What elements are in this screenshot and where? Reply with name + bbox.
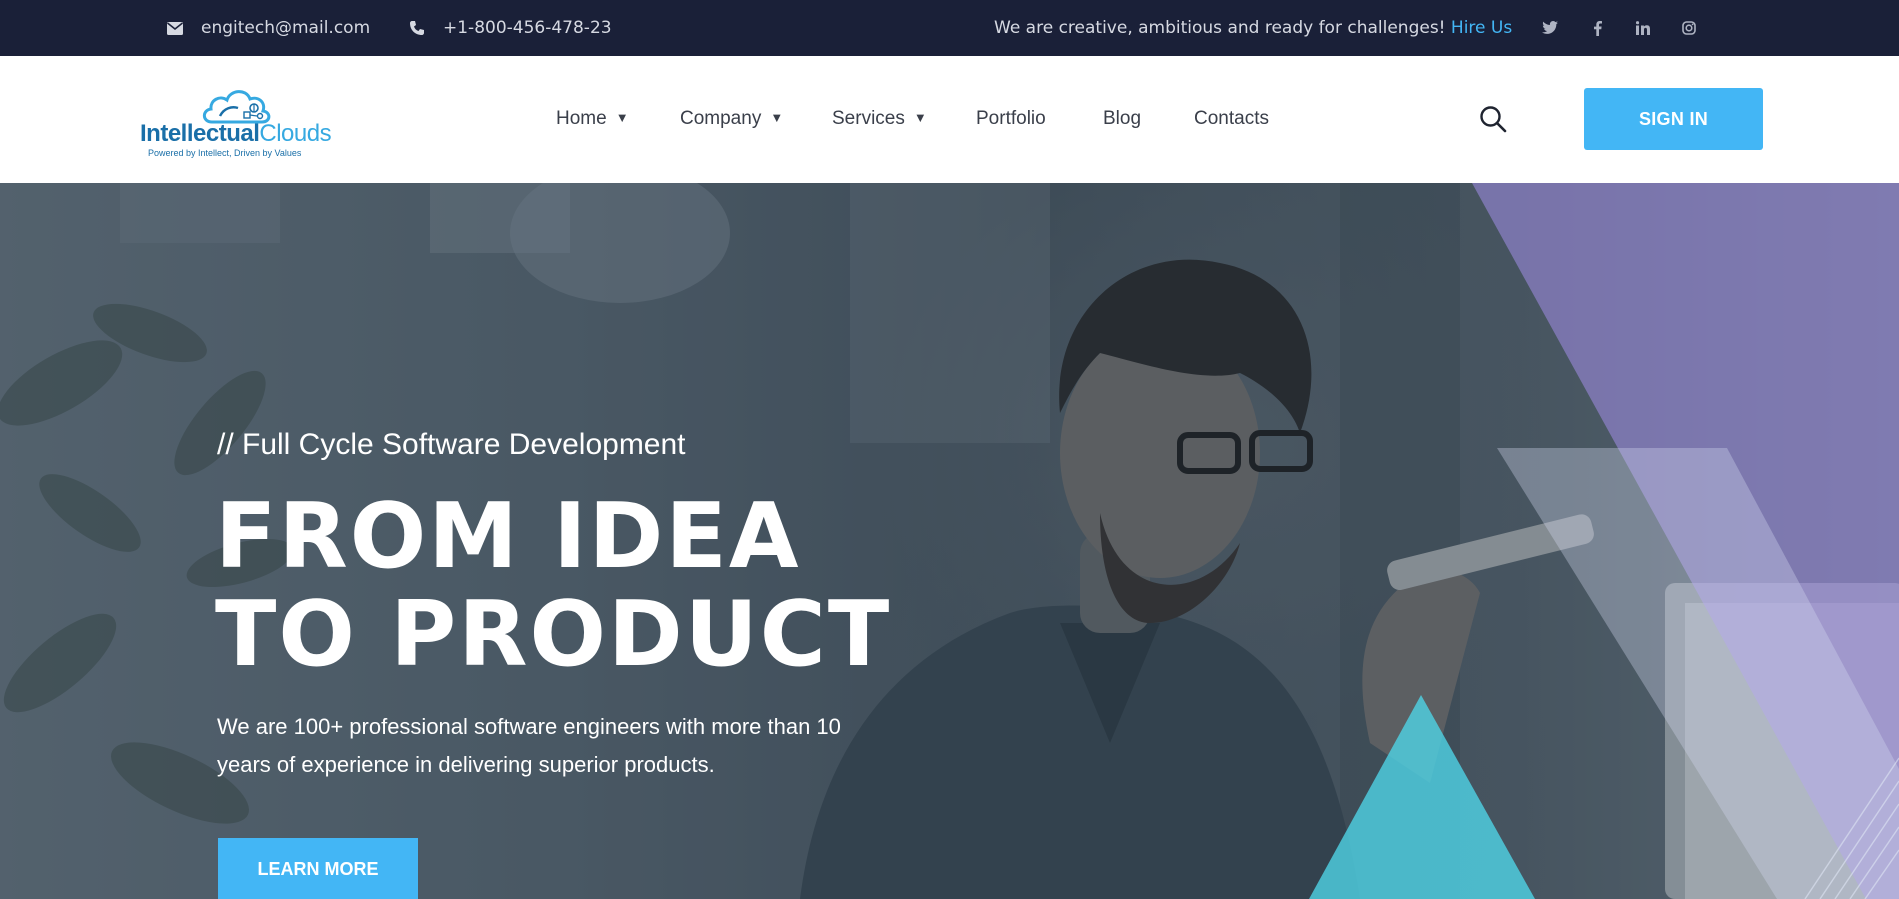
hero-subtitle: // Full Cycle Software Development	[217, 428, 686, 461]
nav-company-label: Company	[680, 108, 762, 129]
instagram-icon[interactable]	[1679, 18, 1699, 38]
facebook-icon[interactable]	[1587, 18, 1607, 38]
hire-us-link[interactable]: Hire Us	[1451, 18, 1512, 38]
envelope-icon	[167, 21, 183, 35]
hero-title: FROM IDEA TO PRODUCT	[215, 488, 891, 684]
contact-email[interactable]: engitech@mail.com	[167, 0, 370, 56]
nav-home[interactable]: Home ▼	[556, 108, 629, 130]
twitter-icon[interactable]	[1540, 18, 1560, 38]
email-text[interactable]: engitech@mail.com	[201, 18, 370, 38]
chevron-down-icon: ▼	[913, 110, 927, 125]
nav-home-label: Home	[556, 108, 607, 129]
logo-wordmark: IntellectualClouds	[140, 120, 332, 148]
logo-tagline: Powered by Intellect, Driven by Values	[148, 148, 302, 158]
nav-portfolio-label: Portfolio	[976, 108, 1046, 129]
tagline: We are creative, ambitious and ready for…	[994, 0, 1512, 56]
nav-portfolio[interactable]: Portfolio	[976, 108, 1046, 130]
nav-contacts[interactable]: Contacts	[1194, 108, 1269, 130]
hero-section: // Full Cycle Software Development FROM …	[0, 183, 1899, 899]
linkedin-icon[interactable]	[1633, 18, 1653, 38]
chevron-down-icon: ▼	[615, 110, 629, 125]
hero-title-line1: FROM IDEA	[215, 484, 801, 589]
hero-title-line2: TO PRODUCT	[215, 582, 892, 687]
nav-blog[interactable]: Blog	[1103, 108, 1141, 130]
nav-services[interactable]: Services ▼	[832, 108, 927, 130]
chevron-down-icon: ▼	[770, 110, 784, 125]
search-icon[interactable]	[1479, 105, 1507, 133]
learn-more-button[interactable]: LEARN MORE	[218, 838, 418, 899]
logo[interactable]: IntellectualClouds Powered by Intellect,…	[140, 82, 340, 158]
nav-contacts-label: Contacts	[1194, 108, 1269, 129]
top-bar: engitech@mail.com +1-800-456-478-23 We a…	[0, 0, 1899, 56]
phone-text[interactable]: +1-800-456-478-23	[443, 18, 612, 38]
nav-company[interactable]: Company ▼	[680, 108, 783, 130]
tagline-text: We are creative, ambitious and ready for…	[994, 18, 1446, 38]
logo-part2: Clouds	[259, 120, 332, 147]
phone-icon	[409, 20, 425, 36]
hero-description: We are 100+ professional software engine…	[217, 714, 841, 777]
logo-part1: Intellectual	[140, 120, 260, 147]
nav-blog-label: Blog	[1103, 108, 1142, 129]
main-header: IntellectualClouds Powered by Intellect,…	[0, 56, 1899, 183]
contact-phone[interactable]: +1-800-456-478-23	[409, 0, 612, 56]
sign-in-button[interactable]: SIGN IN	[1584, 88, 1763, 150]
nav-services-label: Services	[832, 108, 905, 129]
